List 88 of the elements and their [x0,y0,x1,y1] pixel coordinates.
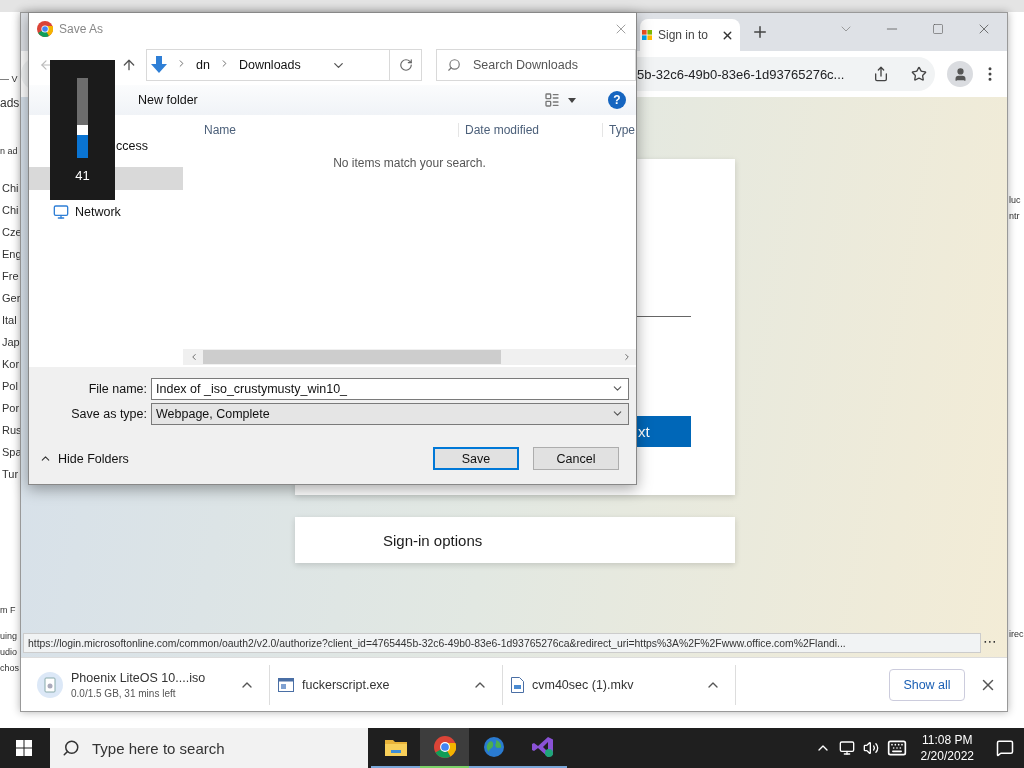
search-icon [62,739,80,757]
program-file-icon [278,677,294,692]
windows-logo-icon [642,30,652,40]
more-text: ⋯ [983,633,997,649]
share-icon[interactable] [873,66,889,82]
disc-file-icon [37,671,63,698]
page-text: ads [0,96,20,110]
scroll-right-icon[interactable] [622,352,632,362]
keyboard-icon[interactable] [886,738,907,758]
chrome-logo-icon [433,736,456,758]
person-icon [952,66,968,82]
address-box[interactable]: dn Downloads [146,49,422,81]
search-field[interactable]: Search Downloads [436,49,636,81]
network-icon[interactable] [838,740,855,756]
language-item[interactable]: Chi [2,181,22,195]
cancel-button[interactable]: Cancel [533,447,619,470]
network-icon [53,203,69,220]
page-text: irec [1009,628,1024,641]
back-icon[interactable] [39,58,53,72]
column-header[interactable]: Name [183,123,459,137]
download-item[interactable]: fuckerscript.exe [270,664,503,705]
column-header[interactable]: Date modified [459,123,603,137]
dialog-title: Save As [59,22,105,36]
field-label: File name: [87,381,148,396]
breadcrumb-item[interactable]: dn [196,58,210,72]
volume-reading: 41 [75,168,90,183]
file-name: Phoenix LiteOS 10....iso [71,670,207,685]
empty-message: No items match your search. [333,156,486,170]
volume-icon[interactable] [862,740,879,756]
notification-icon[interactable] [996,739,1014,757]
refresh-icon[interactable] [398,58,413,72]
profile-button[interactable] [947,61,973,87]
nav-item[interactable]: ccess [29,134,183,157]
language-item[interactable]: Fre [2,269,22,283]
breadcrumb-item[interactable]: Downloads [238,58,301,72]
page-text: ntr [1009,210,1021,223]
new-tab-icon[interactable] [751,23,769,41]
language-item[interactable]: Chi [2,203,22,217]
chrome-logo-icon [37,21,53,37]
globe-icon [482,736,505,758]
file-name: cvm40sec (1).mkv [532,677,635,692]
taskbar-search-field[interactable]: Type here to search [50,728,368,768]
document-file-icon [511,676,524,693]
file-name: fuckerscript.exe [302,677,391,692]
up-icon[interactable] [121,57,137,73]
page-text: n ad [0,145,19,158]
language-item[interactable]: Ger [2,291,22,305]
language-item[interactable]: Tur [2,467,22,481]
file-name-field[interactable]: Index of _iso_crustymusty_win10_ [151,377,629,400]
folder-icon [384,738,407,756]
page-text: chos [0,662,19,675]
page-text: udio [0,646,18,659]
download-icon [151,56,167,74]
page-text: uing [0,630,18,643]
new-folder-button[interactable]: New folder [138,93,198,107]
tab-title: Sign in to [658,28,710,42]
help-button[interactable]: ? [608,91,626,109]
view-icon[interactable] [544,92,560,108]
download-item[interactable]: cvm40sec (1).mkv [503,664,736,705]
file-type-dropdown[interactable]: Webpage, Complete [151,402,629,425]
language-item[interactable]: Ital [2,313,22,327]
sign-in-options-button[interactable]: Sign-in options [295,517,735,563]
language-item[interactable]: Rus [2,423,22,437]
visual-studio-icon [531,736,554,758]
scroll-left-icon[interactable] [189,352,199,362]
show-all-button[interactable]: Show all [889,668,965,701]
browser-tab[interactable]: Sign in to [640,19,740,51]
status-url: https://login.microsoftonline.com/common/oauth2/v2.0/authorize?client_id=4765445b-32c6-49b0-83e6-1d93765276ca&redirect_uri=https%3A%2F%2Fwww.office.com%2Flandi... [23,633,981,653]
taskbar-app[interactable] [420,728,469,768]
language-item[interactable]: Kor [2,357,22,371]
page-text: — V [0,73,19,86]
language-item[interactable]: Cze [2,225,22,239]
page-text: m F [0,604,17,617]
language-item[interactable]: Jap [2,335,22,349]
language-item[interactable]: Por [2,401,22,415]
save-button[interactable]: Save [433,447,519,470]
windows-logo-icon [16,740,32,756]
column-header[interactable]: Type [603,123,636,137]
hide-folders-button[interactable]: Hide Folders [39,451,129,466]
clock[interactable]: 11:08 PM 2/20/2022 [920,732,974,764]
search-icon [447,58,461,72]
bookmark-star-icon[interactable] [911,66,927,82]
page-text: luc [1009,194,1022,207]
url-text: 5b-32c6-49b0-83e6-1d93765276c... [637,66,846,82]
field-label: Save as type: [70,406,148,421]
language-item[interactable]: Pol [2,379,22,393]
horizontal-scrollbar[interactable] [183,349,636,365]
nav-item[interactable]: Network [29,200,183,223]
